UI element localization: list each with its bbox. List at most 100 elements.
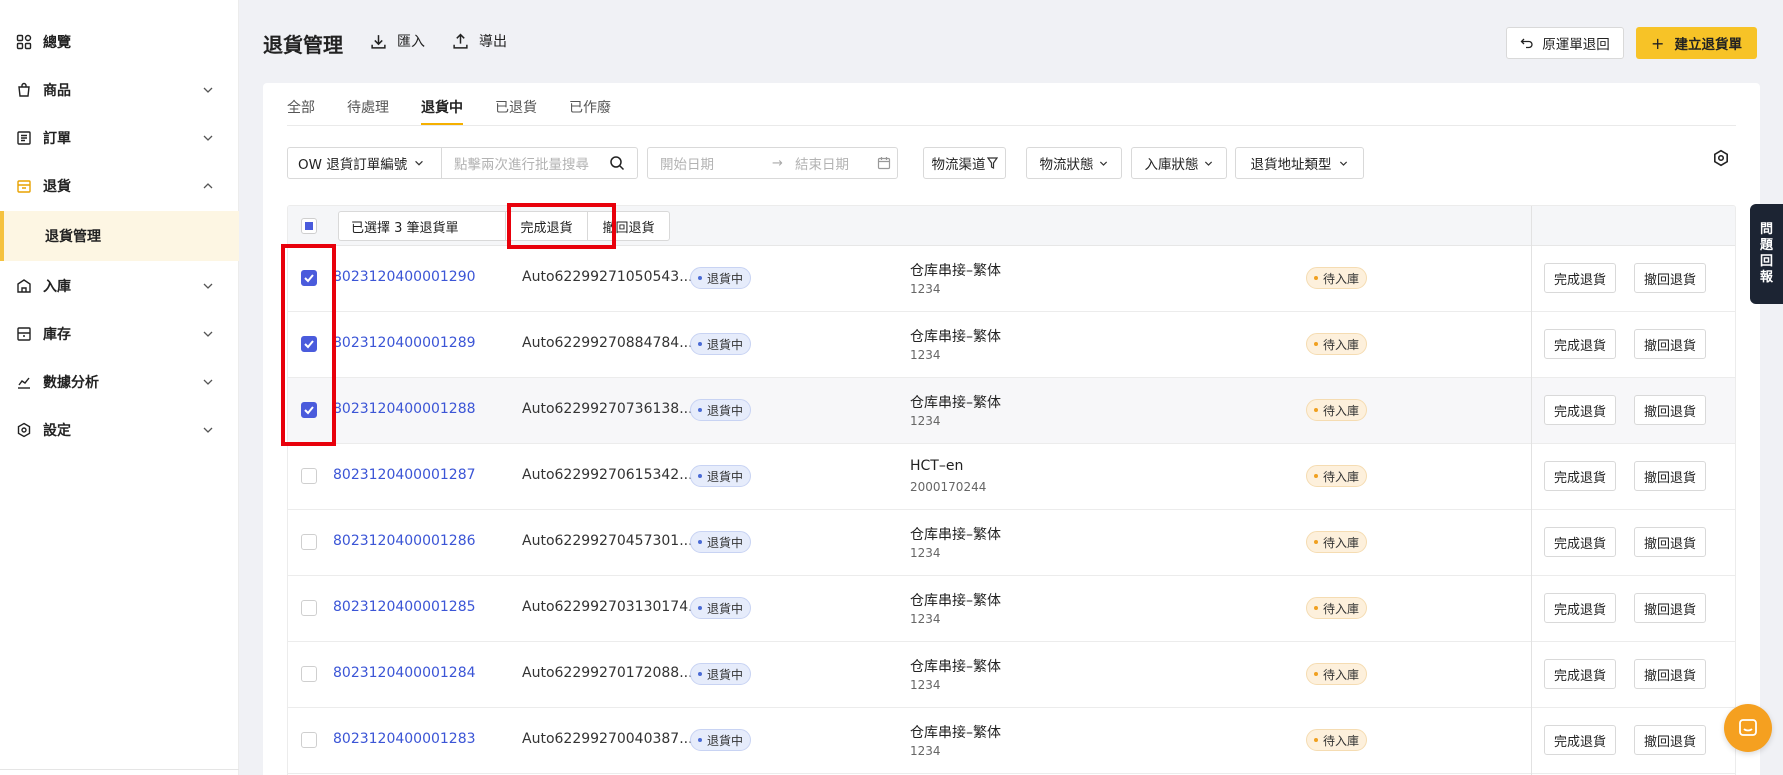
status-dot xyxy=(698,738,702,742)
column-settings-icon[interactable] xyxy=(1712,149,1730,167)
sidebar-item-analytics[interactable]: 數據分析 xyxy=(0,358,239,406)
inbound-status-badge: 待入庫 xyxy=(1306,729,1368,751)
logistics-status-label: 物流狀態 xyxy=(1039,157,1094,173)
row-revoke-return-button[interactable]: 撤回退貨 xyxy=(1634,395,1706,425)
chat-button[interactable] xyxy=(1724,704,1772,752)
row-complete-return-button[interactable]: 完成退貨 xyxy=(1544,725,1616,755)
import-button[interactable]: 匯入 xyxy=(370,31,425,51)
row-complete-return-button[interactable]: 完成退貨 xyxy=(1544,263,1616,293)
row-checkbox[interactable] xyxy=(301,402,317,418)
carrier-name: 仓库串接–繁体 xyxy=(910,725,1001,741)
plus-icon: + xyxy=(1651,33,1665,53)
select-all-checkbox[interactable] xyxy=(301,218,317,234)
return-address-type-filter[interactable]: 退貨地址類型 xyxy=(1235,147,1364,179)
row-checkbox[interactable] xyxy=(301,468,317,484)
carrier-name: 仓库串接–繁体 xyxy=(910,659,1001,675)
sidebar-item-overview[interactable]: 總覽 xyxy=(0,18,239,66)
return-status-text: 退貨中 xyxy=(707,337,744,352)
row-revoke-return-button[interactable]: 撤回退貨 xyxy=(1634,527,1706,557)
inbound-status-filter[interactable]: 入庫狀態 xyxy=(1131,147,1227,179)
logistics-channel-filter[interactable]: 物流渠道 xyxy=(923,147,1006,179)
row-checkbox[interactable] xyxy=(301,336,317,352)
status-dot xyxy=(1314,408,1318,412)
row-checkbox[interactable] xyxy=(301,270,317,286)
row-complete-return-button[interactable]: 完成退貨 xyxy=(1544,461,1616,491)
bulk-complete-return-button[interactable]: 完成退貨 xyxy=(505,211,588,241)
status-dot xyxy=(698,408,702,412)
check-icon xyxy=(304,406,314,415)
tab-returned[interactable]: 已退貨 xyxy=(495,97,537,117)
row-complete-return-button[interactable]: 完成退貨 xyxy=(1544,527,1616,557)
order-number-link[interactable]: 8023120400001289 xyxy=(333,335,476,351)
chevron-down-icon xyxy=(203,283,213,289)
inbound-status-badge: 待入庫 xyxy=(1306,663,1368,685)
search-input[interactable]: 點擊兩次進行批量搜尋 xyxy=(442,148,609,178)
row-complete-return-button[interactable]: 完成退貨 xyxy=(1544,329,1616,359)
return-address-type-label: 退貨地址類型 xyxy=(1250,157,1332,173)
download-icon xyxy=(371,34,386,49)
settings-icon xyxy=(16,422,32,438)
calendar-icon xyxy=(877,157,891,170)
row-checkbox[interactable] xyxy=(301,600,317,616)
order-number-link[interactable]: 8023120400001286 xyxy=(333,533,476,549)
order-number-link[interactable]: 8023120400001287 xyxy=(333,467,476,483)
tab-returning[interactable]: 退貨中 xyxy=(421,97,463,117)
order-number-link[interactable]: 8023120400001290 xyxy=(333,269,476,285)
status-dot xyxy=(1314,606,1318,610)
carrier-name: HCT–en xyxy=(910,458,964,474)
row-revoke-return-button[interactable]: 撤回退貨 xyxy=(1634,659,1706,689)
row-revoke-return-button[interactable]: 撤回退貨 xyxy=(1634,329,1706,359)
inbound-status-badge: 待入庫 xyxy=(1306,597,1368,619)
tab-voided[interactable]: 已作廢 xyxy=(569,97,611,117)
row-revoke-return-button[interactable]: 撤回退貨 xyxy=(1634,725,1706,755)
feedback-char: 題 xyxy=(1759,238,1773,253)
table-header: 已選擇 3 筆退貨單 完成退貨 撤回退貨 xyxy=(288,206,1735,246)
date-range-picker[interactable]: 開始日期 → 結束日期 xyxy=(647,147,898,179)
inventory-icon xyxy=(16,326,32,342)
row-checkbox[interactable] xyxy=(301,732,317,748)
bulk-revoke-return-button[interactable]: 撤回退貨 xyxy=(587,211,670,241)
carrier-code: 1234 xyxy=(910,678,941,692)
sidebar-item-order[interactable]: 訂單 xyxy=(0,114,239,162)
search-placeholder: 點擊兩次進行批量搜尋 xyxy=(454,157,589,173)
sidebar-item-return[interactable]: 退貨 xyxy=(0,162,239,210)
return-status-badge: 退貨中 xyxy=(690,531,752,553)
inbound-status-text: 待入庫 xyxy=(1323,535,1360,550)
row-complete-return-button[interactable]: 完成退貨 xyxy=(1544,395,1616,425)
row-revoke-return-button[interactable]: 撤回退貨 xyxy=(1634,593,1706,623)
row-revoke-return-button[interactable]: 撤回退貨 xyxy=(1634,461,1706,491)
feedback-tab[interactable]: 問 題 回 報 xyxy=(1750,204,1783,304)
tab-pending[interactable]: 待處理 xyxy=(347,97,389,117)
carrier-name: 仓库串接–繁体 xyxy=(910,593,1001,609)
row-complete-return-button[interactable]: 完成退貨 xyxy=(1544,593,1616,623)
export-button[interactable]: 導出 xyxy=(452,31,507,51)
reference-number: Auto62299270884784... xyxy=(522,335,693,351)
search-type-select[interactable]: OW 退貨訂單編號 xyxy=(288,148,442,178)
sidebar-item-inventory[interactable]: 庫存 xyxy=(0,310,239,358)
row-checkbox[interactable] xyxy=(301,666,317,682)
create-return-button[interactable]: + 建立退貨單 xyxy=(1636,27,1757,59)
inbound-status-badge: 待入庫 xyxy=(1306,333,1368,355)
sidebar-subitem-return-management[interactable]: 退貨管理 xyxy=(0,211,239,261)
search-icon[interactable] xyxy=(609,155,625,171)
return-status-badge: 退貨中 xyxy=(690,399,752,421)
tab-all[interactable]: 全部 xyxy=(287,97,315,117)
fixed-column-divider xyxy=(1531,206,1532,775)
order-number-link[interactable]: 8023120400001288 xyxy=(333,401,476,417)
row-complete-return-button[interactable]: 完成退貨 xyxy=(1544,659,1616,689)
order-number-link[interactable]: 8023120400001285 xyxy=(333,599,476,615)
inbound-status-text: 待入庫 xyxy=(1323,733,1360,748)
carrier-code: 2000170244 xyxy=(910,480,987,494)
sidebar-item-inbound[interactable]: 入庫 xyxy=(0,262,239,310)
logistics-status-filter[interactable]: 物流狀態 xyxy=(1026,147,1122,179)
order-number-link[interactable]: 8023120400001283 xyxy=(333,731,476,747)
sidebar-item-settings[interactable]: 設定 xyxy=(0,406,239,454)
status-dot xyxy=(698,606,702,610)
original-return-button[interactable]: 原運單退回 xyxy=(1506,27,1624,59)
row-revoke-return-button[interactable]: 撤回退貨 xyxy=(1634,263,1706,293)
row-checkbox[interactable] xyxy=(301,534,317,550)
return-icon xyxy=(16,178,32,194)
carrier-code: 1234 xyxy=(910,612,941,626)
order-number-link[interactable]: 8023120400001284 xyxy=(333,665,476,681)
sidebar-item-product[interactable]: 商品 xyxy=(0,66,239,114)
